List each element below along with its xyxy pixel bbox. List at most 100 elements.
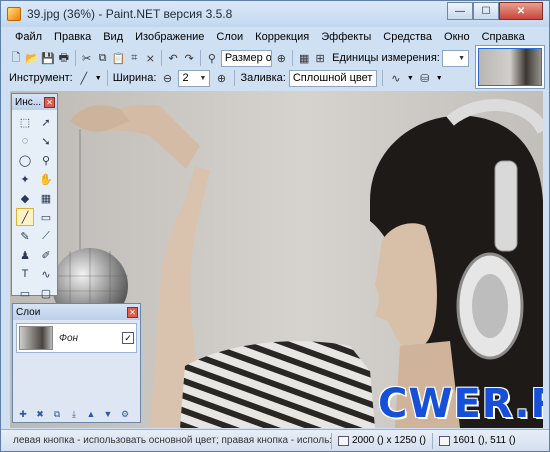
rulers-icon[interactable]: ⊞ — [313, 50, 327, 66]
units-select[interactable]: ▼ — [441, 49, 470, 67]
paintbrush-icon[interactable]: ╱ — [16, 208, 34, 226]
close-button[interactable]: ✕ — [499, 2, 543, 20]
tools-panel: Инс... ✕ ⬚➚◌➘◯⚲✦✋◆▦╱▭✎⟋♟✐T∿▭▢◯◔ — [11, 93, 58, 319]
chevron-down-icon: ▼ — [199, 74, 207, 82]
chevron-down-icon[interactable]: ▼ — [95, 75, 102, 82]
duplicate-layer-icon[interactable]: ⧉ — [50, 408, 64, 420]
layers-panel-header[interactable]: Слои ✕ — [13, 304, 140, 320]
move-layer-down-icon[interactable]: ▼ — [101, 408, 115, 420]
chevron-down-icon: ▼ — [375, 75, 376, 82]
units-label: Единицы измерения: — [332, 52, 440, 64]
tool-label: Инструмент: — [9, 72, 73, 84]
zoom-in-icon[interactable]: ⊕ — [274, 50, 288, 66]
title-bar[interactable]: 39.jpg (36%) - Paint.NET версия 3.5.8 — … — [1, 1, 549, 27]
fill-label: Заливка: — [240, 72, 286, 84]
toolbar-divider — [74, 50, 76, 66]
undo-icon[interactable]: ↶ — [166, 50, 180, 66]
rounded-rectangle-icon[interactable]: ▢ — [37, 284, 55, 302]
width-decrease-icon[interactable]: ⊖ — [159, 70, 175, 86]
cut-icon[interactable]: ✂ — [80, 50, 94, 66]
thumbnail-viewport[interactable] — [478, 48, 542, 86]
tools-panel-close-button[interactable]: ✕ — [44, 96, 55, 108]
ellipse-select-icon[interactable]: ◯ — [16, 151, 34, 169]
pencil-icon[interactable]: ✎ — [16, 227, 34, 245]
redo-icon[interactable]: ↷ — [182, 50, 196, 66]
zoom-icon[interactable]: ⚲ — [37, 151, 55, 169]
grid-icon[interactable]: ▦ — [297, 50, 311, 66]
width-select[interactable]: 2 ▼ — [178, 69, 211, 87]
cursor-position-cell: 1601 (), 511 () — [433, 435, 522, 446]
menu-view[interactable]: Вид — [97, 31, 129, 43]
antialiasing-icon[interactable]: ∿ — [388, 70, 404, 86]
width-increase-icon[interactable]: ⊕ — [213, 70, 229, 86]
eraser-icon[interactable]: ▭ — [37, 208, 55, 226]
minimize-button[interactable]: — — [447, 2, 473, 20]
layer-properties-icon[interactable]: ⚙ — [118, 408, 132, 420]
menu-window[interactable]: Окно — [438, 31, 476, 43]
gradient-icon[interactable]: ▦ — [37, 189, 55, 207]
image-thumbnail[interactable] — [475, 45, 545, 89]
move-selected-icon[interactable]: ➘ — [37, 132, 55, 150]
new-file-icon[interactable]: 🗋 — [9, 50, 23, 66]
tool-grid: ⬚➚◌➘◯⚲✦✋◆▦╱▭✎⟋♟✐T∿▭▢◯◔ — [12, 110, 57, 324]
move-layer-up-icon[interactable]: ▲ — [84, 408, 98, 420]
move-selection-icon[interactable]: ➚ — [37, 113, 55, 131]
deselect-icon[interactable]: ⨯ — [143, 50, 157, 66]
menu-adjustments[interactable]: Коррекция — [249, 31, 315, 43]
menu-layers[interactable]: Слои — [210, 31, 249, 43]
tools-panel-header[interactable]: Инс... ✕ — [12, 94, 57, 110]
image-size-cell: 2000 () x 1250 () — [332, 435, 432, 446]
layer-visibility-checkbox[interactable]: ✓ — [122, 332, 134, 344]
tool-options-toolbar: Инструмент: ╱ ▼ Ширина: ⊖ 2 ▼ ⊕ Заливка:… — [9, 67, 477, 89]
image-size-value: 2000 () x 1250 () — [352, 435, 426, 446]
paste-icon[interactable]: 📋 — [112, 50, 126, 66]
line-curve-icon[interactable]: ∿ — [37, 265, 55, 283]
current-tool-paintbrush-icon[interactable]: ╱ — [76, 70, 92, 86]
cursor-position-icon — [438, 435, 450, 446]
toolbar-divider — [200, 50, 201, 66]
save-icon[interactable]: 💾 — [41, 50, 55, 66]
print-icon[interactable]: 🖶 — [57, 50, 71, 66]
toolbar-divider — [106, 70, 108, 86]
fill-select[interactable]: Сплошной цвет ▼ — [288, 69, 377, 87]
toolbar-divider — [292, 50, 294, 66]
layer-row[interactable]: Фон ✓ — [16, 323, 137, 353]
cursor-position-value: 1601 (), 511 () — [452, 435, 516, 446]
rectangle-icon[interactable]: ▭ — [16, 284, 34, 302]
text-icon[interactable]: T — [16, 265, 34, 283]
menu-utilities[interactable]: Средства — [377, 31, 438, 43]
delete-layer-icon[interactable]: ✖ — [33, 408, 47, 420]
copy-icon[interactable]: ⧉ — [96, 50, 110, 66]
caption-buttons: — ☐ ✕ — [447, 2, 543, 20]
paint-bucket-icon[interactable]: ◆ — [16, 189, 34, 207]
rectangle-select-icon[interactable]: ⬚ — [16, 113, 34, 131]
layer-name: Фон — [59, 332, 79, 344]
maximize-button[interactable]: ☐ — [473, 2, 499, 20]
menu-effects[interactable]: Эффекты — [315, 31, 377, 43]
paintnet-app-icon[interactable] — [7, 7, 21, 21]
width-select-value: 2 — [182, 72, 189, 84]
color-picker-icon[interactable]: ⟋ — [37, 227, 55, 245]
open-file-icon[interactable]: 📂 — [25, 50, 39, 66]
zoom-select[interactable]: Размер ок ▼ — [220, 49, 273, 67]
lasso-select-icon[interactable]: ◌ — [16, 132, 34, 150]
crop-icon[interactable]: ⌗ — [127, 50, 141, 66]
chevron-down-icon[interactable]: ▼ — [436, 75, 443, 82]
zoom-icon[interactable]: ⚲ — [205, 50, 219, 66]
menu-file[interactable]: Файл — [9, 31, 48, 43]
pan-icon[interactable]: ✋ — [37, 170, 55, 188]
chevron-down-icon[interactable]: ▼ — [407, 75, 414, 82]
image-size-icon — [338, 435, 349, 446]
recolor-icon[interactable]: ✐ — [37, 246, 55, 264]
add-layer-icon[interactable]: ✚ — [16, 408, 30, 420]
merge-layer-down-icon[interactable]: ⤓ — [67, 408, 81, 420]
layers-panel: Слои ✕ Фон ✓ ✚ ✖ ⧉ ⤓ ▲ ▼ ⚙ — [12, 303, 141, 423]
layers-panel-close-button[interactable]: ✕ — [127, 306, 138, 318]
magic-wand-icon[interactable]: ✦ — [16, 170, 34, 188]
blend-mode-icon[interactable]: ⛁ — [417, 70, 433, 86]
clone-stamp-icon[interactable]: ♟ — [16, 246, 34, 264]
menu-help[interactable]: Справка — [476, 31, 531, 43]
menu-edit[interactable]: Правка — [48, 31, 97, 43]
menu-image[interactable]: Изображение — [129, 31, 210, 43]
toolbar-divider — [234, 70, 236, 86]
